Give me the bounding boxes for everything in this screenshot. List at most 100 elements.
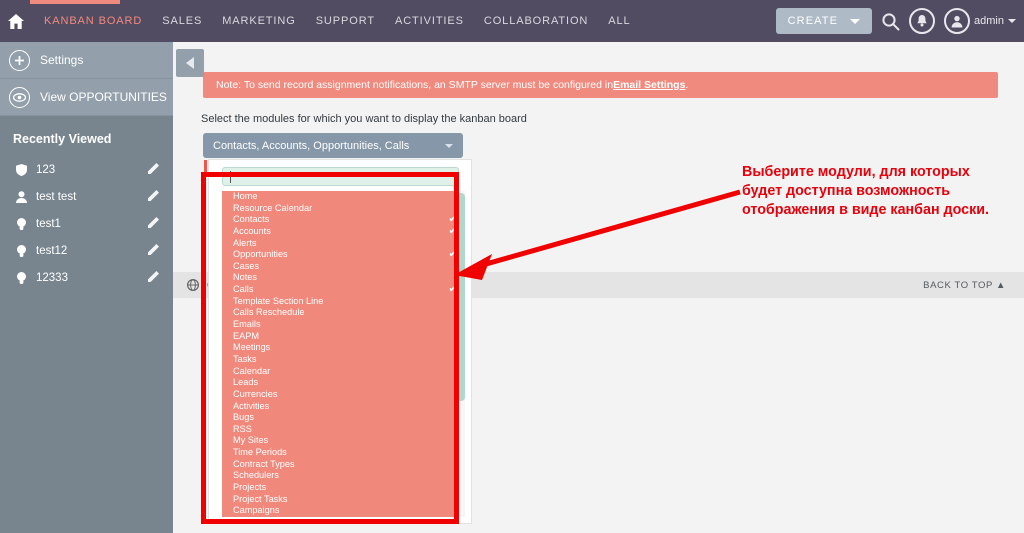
module-option[interactable]: Campaigns	[222, 505, 465, 517]
module-option-label: RSS	[233, 423, 252, 434]
sidebar-item-label: Settings	[40, 53, 84, 67]
annotation-text: Выберите модули, для которых будет досту…	[742, 164, 990, 218]
module-option[interactable]: Leads	[222, 377, 465, 389]
check-icon: ✔	[448, 214, 457, 226]
module-option[interactable]: Projects	[222, 482, 465, 494]
module-option-label: Calendar	[233, 365, 271, 376]
module-option[interactable]: Opportunities ✔	[222, 249, 465, 261]
pencil-icon[interactable]	[148, 270, 160, 285]
bulb-icon	[13, 217, 29, 230]
shield-icon	[13, 163, 29, 176]
list-item-label: test1	[36, 217, 61, 230]
module-option-label: Bugs	[233, 412, 254, 423]
module-option-label: Calls Reschedule	[233, 307, 305, 318]
collapse-left-icon	[186, 57, 194, 69]
pencil-icon[interactable]	[148, 243, 160, 258]
module-option[interactable]: Cases	[222, 261, 465, 273]
user-menu[interactable]: admin	[944, 8, 1016, 34]
module-option[interactable]: Notes	[222, 272, 465, 284]
list-item-label: test12	[36, 244, 68, 257]
pencil-icon[interactable]	[148, 162, 160, 177]
module-option[interactable]: Activities	[222, 401, 465, 413]
active-tab-accent-bar	[30, 0, 120, 4]
module-option[interactable]: Tasks	[222, 354, 465, 366]
module-option-label: Resource Calendar	[233, 202, 313, 213]
module-search-input[interactable]	[222, 167, 459, 186]
module-option-label: Home	[233, 191, 258, 201]
module-option-label: Meetings	[233, 342, 271, 353]
module-option-label: Leads	[233, 377, 259, 388]
module-option[interactable]: Time Periods	[222, 447, 465, 459]
pencil-icon[interactable]	[148, 189, 160, 204]
dropdown-scrollbar[interactable]	[457, 191, 465, 517]
chevron-down-icon	[1008, 19, 1016, 23]
module-option[interactable]: Bugs	[222, 412, 465, 424]
list-item[interactable]: test test	[0, 183, 173, 210]
module-option-label: My Sites	[233, 435, 269, 446]
nav-tab-activities[interactable]: ACTIVITIES	[385, 0, 474, 42]
pencil-icon[interactable]	[148, 216, 160, 231]
module-option[interactable]: Currencies	[222, 389, 465, 401]
eye-circle-icon	[9, 86, 30, 108]
module-option[interactable]: My Sites	[222, 435, 465, 447]
nav-tab-support[interactable]: SUPPORT	[306, 0, 385, 42]
module-option[interactable]: Meetings	[222, 342, 465, 354]
plus-circle-icon	[9, 49, 30, 71]
module-option[interactable]: Calendar	[222, 366, 465, 378]
check-icon: ✔	[448, 249, 457, 261]
back-to-top-link[interactable]: BACK TO TOP ▲	[923, 280, 1006, 291]
module-option[interactable]: EAPM	[222, 331, 465, 343]
nav-tab-all[interactable]: ALL	[598, 0, 640, 42]
annotation-stem	[204, 160, 207, 176]
search-icon[interactable]	[881, 12, 900, 31]
nav-tab-sales[interactable]: SALES	[152, 0, 212, 42]
home-icon[interactable]	[8, 13, 24, 29]
module-option-label: EAPM	[233, 330, 260, 341]
module-option-label: Accounts	[233, 225, 271, 236]
sidebar-item-settings[interactable]: Settings	[0, 42, 173, 79]
module-option[interactable]: Contract Types	[222, 459, 465, 471]
dropdown-scrollbar-thumb[interactable]	[457, 193, 465, 401]
list-item[interactable]: 12333	[0, 264, 173, 291]
notifications-icon[interactable]	[909, 8, 936, 34]
module-option[interactable]: Template Section Line	[222, 296, 465, 308]
text-cursor-icon	[230, 171, 231, 183]
smtp-alert-banner: Note: To send record assignment notifica…	[203, 72, 998, 98]
list-item[interactable]: test1	[0, 210, 173, 237]
left-sidebar: Settings View OPPORTUNITIES Recently Vie…	[0, 42, 173, 533]
module-option[interactable]: Resource Calendar	[222, 203, 465, 215]
module-option[interactable]: Emails	[222, 319, 465, 331]
check-icon: ✔	[448, 225, 457, 237]
module-option[interactable]: Project Tasks	[222, 494, 465, 506]
list-item[interactable]: 123	[0, 156, 173, 183]
module-option-label: Opportunities	[233, 249, 288, 260]
module-option-label: Calls	[233, 284, 254, 295]
module-option[interactable]: RSS	[222, 424, 465, 436]
nav-tab-collaboration[interactable]: COLLABORATION	[474, 0, 598, 42]
nav-tab-marketing[interactable]: MARKETING	[212, 0, 306, 42]
module-option-label: Emails	[233, 319, 261, 330]
sidebar-item-view-opportunities[interactable]: View OPPORTUNITIES	[0, 79, 173, 116]
create-button[interactable]: CREATE	[775, 8, 873, 34]
nav-tab-kanban-board[interactable]: KANBAN BOARD	[34, 0, 152, 42]
module-option-label: Schedulers	[233, 470, 279, 481]
module-option[interactable]: Calls Reschedule	[222, 307, 465, 319]
sidebar-collapse-button[interactable]	[176, 49, 204, 77]
list-item[interactable]: test12	[0, 237, 173, 264]
list-item-label: test test	[36, 190, 77, 203]
module-multiselect-value: Contacts, Accounts, Opportunities, Calls	[213, 139, 410, 152]
user-icon[interactable]	[944, 8, 971, 34]
module-option[interactable]: Contacts ✔	[222, 214, 465, 226]
module-select-label: Select the modules for which you want to…	[201, 113, 527, 125]
module-option[interactable]: Schedulers	[222, 470, 465, 482]
email-settings-link[interactable]: Email Settings	[613, 79, 685, 91]
module-option[interactable]: Accounts ✔	[222, 226, 465, 238]
check-icon: ✔	[448, 284, 457, 296]
module-multiselect[interactable]: Contacts, Accounts, Opportunities, Calls	[203, 133, 463, 158]
module-option-list[interactable]: Home Resource Calendar Contacts ✔ Accounts ✔ A…	[222, 191, 465, 517]
list-item-label: 12333	[36, 271, 68, 284]
module-option[interactable]: Calls ✔	[222, 284, 465, 296]
module-option[interactable]: Alerts	[222, 238, 465, 250]
module-option-label: Projects	[233, 482, 267, 493]
module-option[interactable]: Home	[222, 191, 465, 203]
